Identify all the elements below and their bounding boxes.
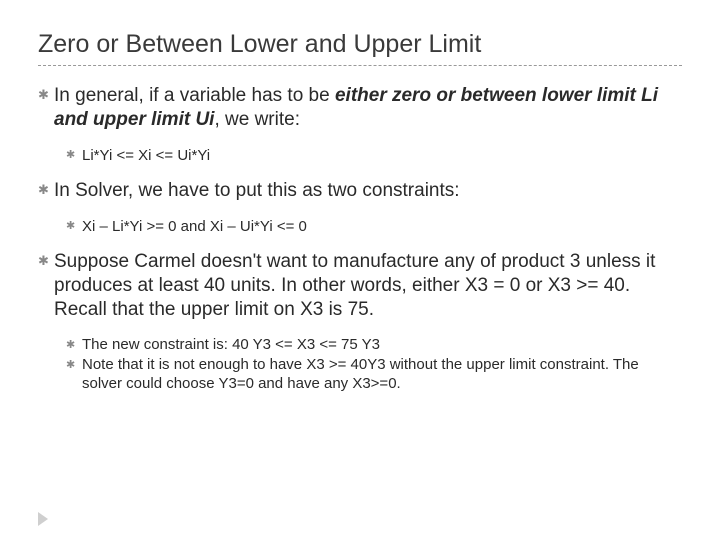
bullet-icon: ✱ — [38, 182, 48, 203]
slide-title: Zero or Between Lower and Upper Limit — [38, 30, 682, 59]
bullet-2-sub-text: Xi – Li*Yi >= 0 and Xi – Ui*Yi <= 0 — [82, 217, 682, 237]
title-underline — [38, 65, 682, 66]
bullet-1-post: , we write: — [214, 109, 300, 130]
bullet-1-sub-text: Li*Yi <= Xi <= Ui*Yi — [82, 146, 682, 166]
bullet-2-sub: ✱ Xi – Li*Yi >= 0 and Xi – Ui*Yi <= 0 — [66, 217, 682, 237]
bullet-2-text: In Solver, we have to put this as two co… — [54, 179, 682, 203]
bullet-icon: ✱ — [66, 219, 76, 237]
bullet-1: ✱ In general, if a variable has to be ei… — [38, 84, 682, 132]
bullet-1-sub: ✱ Li*Yi <= Xi <= Ui*Yi — [66, 146, 682, 166]
bullet-3-sub2-text: Note that it is not enough to have X3 >=… — [82, 356, 682, 394]
bullet-icon: ✱ — [38, 87, 48, 132]
bullet-icon: ✱ — [66, 338, 76, 355]
bullet-icon: ✱ — [66, 358, 76, 394]
bullet-2: ✱ In Solver, we have to put this as two … — [38, 179, 682, 203]
bullet-3-sub1-text: The new constraint is: 40 Y3 <= X3 <= 75… — [82, 336, 682, 355]
bullet-1-pre: In general, if a variable has to be — [54, 85, 335, 106]
bullet-3-text: Suppose Carmel doesn't want to manufactu… — [54, 250, 682, 321]
triangle-icon — [38, 512, 48, 526]
bullet-1-text: In general, if a variable has to be eith… — [54, 84, 682, 132]
bullet-3-sub1: ✱ The new constraint is: 40 Y3 <= X3 <= … — [66, 336, 682, 355]
bullet-icon: ✱ — [66, 148, 76, 166]
bullet-3: ✱ Suppose Carmel doesn't want to manufac… — [38, 250, 682, 321]
bullet-3-sub2: ✱ Note that it is not enough to have X3 … — [66, 356, 682, 394]
bullet-icon: ✱ — [38, 253, 48, 321]
